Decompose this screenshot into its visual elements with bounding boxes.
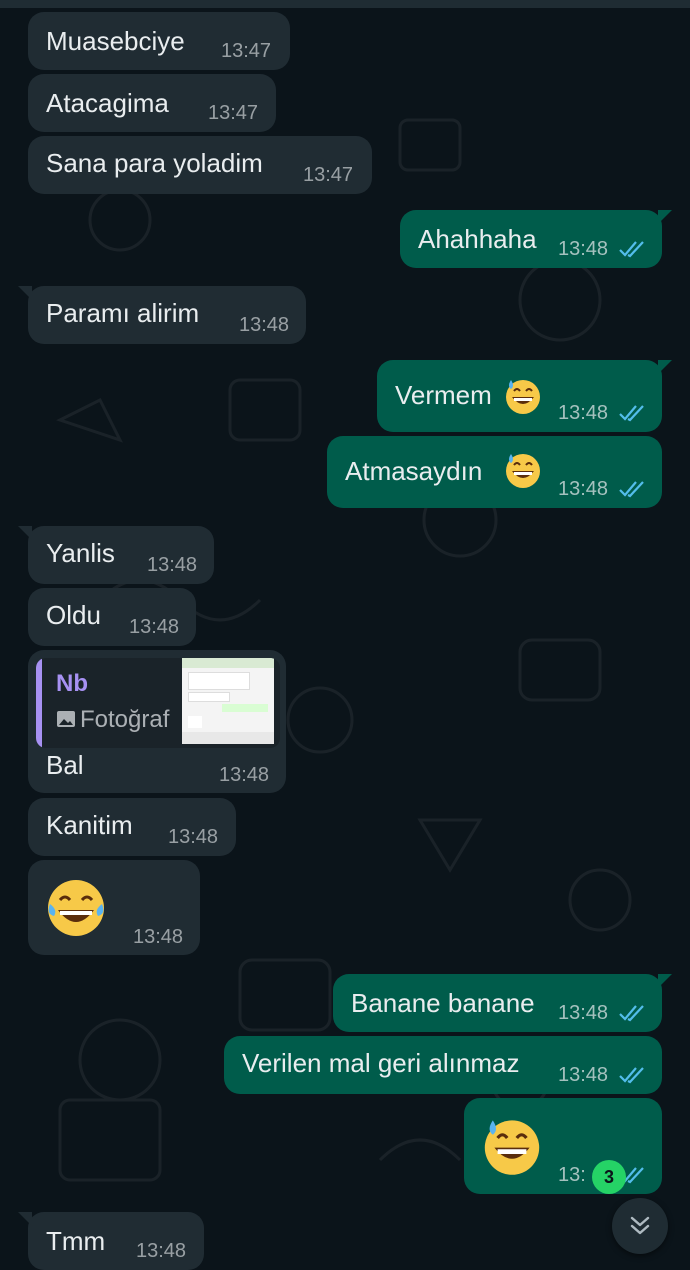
- message-time: 13:48: [239, 314, 290, 336]
- message-text: Sana para yoladim: [46, 148, 263, 178]
- double-check-icon: [619, 1005, 644, 1022]
- message-time: 13:48: [129, 616, 180, 638]
- message-time: 13:48: [558, 1002, 609, 1024]
- quoted-message[interactable]: Nb Fotoğraf: [36, 658, 280, 748]
- quoted-photo-thumbnail: [182, 658, 274, 744]
- message-time: 13:47: [303, 164, 354, 186]
- message-bubble-incoming-reply[interactable]: Nb Fotoğraf Bal 13:48: [28, 650, 286, 793]
- double-check-icon: [619, 481, 644, 498]
- message-text: Tmm: [46, 1226, 106, 1256]
- message-text: Ahahhaha: [418, 224, 537, 254]
- message-bubble-outgoing[interactable]: Atmasaydın 13:48: [327, 436, 662, 508]
- message-bubble-outgoing[interactable]: Verilen mal geri alınmaz 13:48: [224, 1036, 662, 1094]
- message-bubble-incoming[interactable]: Kanitim 13:48: [28, 798, 236, 856]
- message-time: 13:48: [147, 554, 198, 576]
- quoted-type: Fotoğraf: [80, 706, 170, 733]
- message-time: 13:48: [558, 1064, 609, 1086]
- bubble-tail: [18, 286, 32, 300]
- message-time: 13:48: [168, 826, 219, 848]
- bubble-tail: [18, 1212, 32, 1226]
- scroll-to-bottom-button[interactable]: [612, 1198, 668, 1254]
- grinning-sweat-emoji-icon: [506, 454, 540, 488]
- message-bubble-incoming[interactable]: Atacagima 13:47: [28, 74, 276, 132]
- bubble-tail: [658, 210, 672, 224]
- message-time: 13:48: [219, 764, 270, 786]
- message-text: Atmasaydın: [345, 456, 483, 486]
- message-bubble-incoming-emoji[interactable]: 13:48: [28, 860, 200, 955]
- message-time: 13:48: [558, 478, 609, 500]
- message-time: 13:48: [136, 1240, 187, 1262]
- message-time: 13:48: [558, 238, 609, 260]
- double-check-icon: [619, 241, 644, 258]
- bubble-tail: [658, 360, 672, 374]
- message-time: 13:48: [558, 402, 609, 424]
- message-text: Banane banane: [351, 988, 535, 1018]
- message-text: Bal: [46, 750, 84, 780]
- bubble-tail: [658, 974, 672, 988]
- message-bubble-outgoing-emoji[interactable]: 13:: [464, 1098, 662, 1194]
- message-bubble-outgoing[interactable]: Ahahhaha 13:48: [400, 210, 672, 268]
- message-bubble-outgoing[interactable]: Banane banane 13:48: [333, 974, 672, 1032]
- message-text: Yanlis: [46, 538, 115, 568]
- message-text: Kanitim: [46, 810, 133, 840]
- double-check-icon: [619, 1067, 644, 1084]
- quoted-sender: Nb: [56, 670, 88, 697]
- message-text: Muasebciye: [46, 26, 185, 56]
- message-text: Verilen mal geri alınmaz: [242, 1048, 520, 1078]
- image-icon: [57, 711, 75, 727]
- message-time: 13:48: [133, 926, 184, 948]
- message-text: Vermem: [395, 380, 492, 410]
- message-bubble-incoming[interactable]: Tmm 13:48: [18, 1212, 204, 1270]
- message-time: 13:47: [221, 40, 272, 62]
- quote-accent-bar: [36, 658, 42, 748]
- double-check-icon: [619, 405, 644, 422]
- message-text: Oldu: [46, 600, 101, 630]
- message-time: 13:: [558, 1164, 586, 1186]
- message-bubble-incoming[interactable]: Yanlis 13:48: [18, 526, 214, 584]
- message-bubble-incoming[interactable]: Sana para yoladim 13:47: [28, 136, 372, 194]
- message-list[interactable]: Muasebciye 13:47 Atacagima 13:47 Sana pa…: [0, 0, 690, 1270]
- grinning-sweat-emoji-icon: [506, 380, 540, 414]
- message-bubble-incoming[interactable]: Oldu 13:48: [28, 588, 196, 646]
- bubble-tail: [18, 526, 32, 540]
- message-bubble-outgoing[interactable]: Vermem 13:48: [377, 360, 672, 432]
- message-bubble-incoming[interactable]: Paramı alirim 13:48: [18, 286, 306, 344]
- grinning-sweat-emoji-icon: [484, 1120, 540, 1175]
- message-bubble-incoming[interactable]: Muasebciye 13:47: [28, 12, 290, 70]
- message-text: Atacagima: [46, 88, 169, 118]
- double-chevron-down-icon: [630, 1216, 650, 1235]
- tears-of-joy-emoji-icon: [48, 880, 104, 936]
- unread-count-badge[interactable]: 3: [592, 1160, 626, 1194]
- message-text: Paramı alirim: [46, 298, 200, 328]
- message-time: 13:47: [208, 102, 259, 124]
